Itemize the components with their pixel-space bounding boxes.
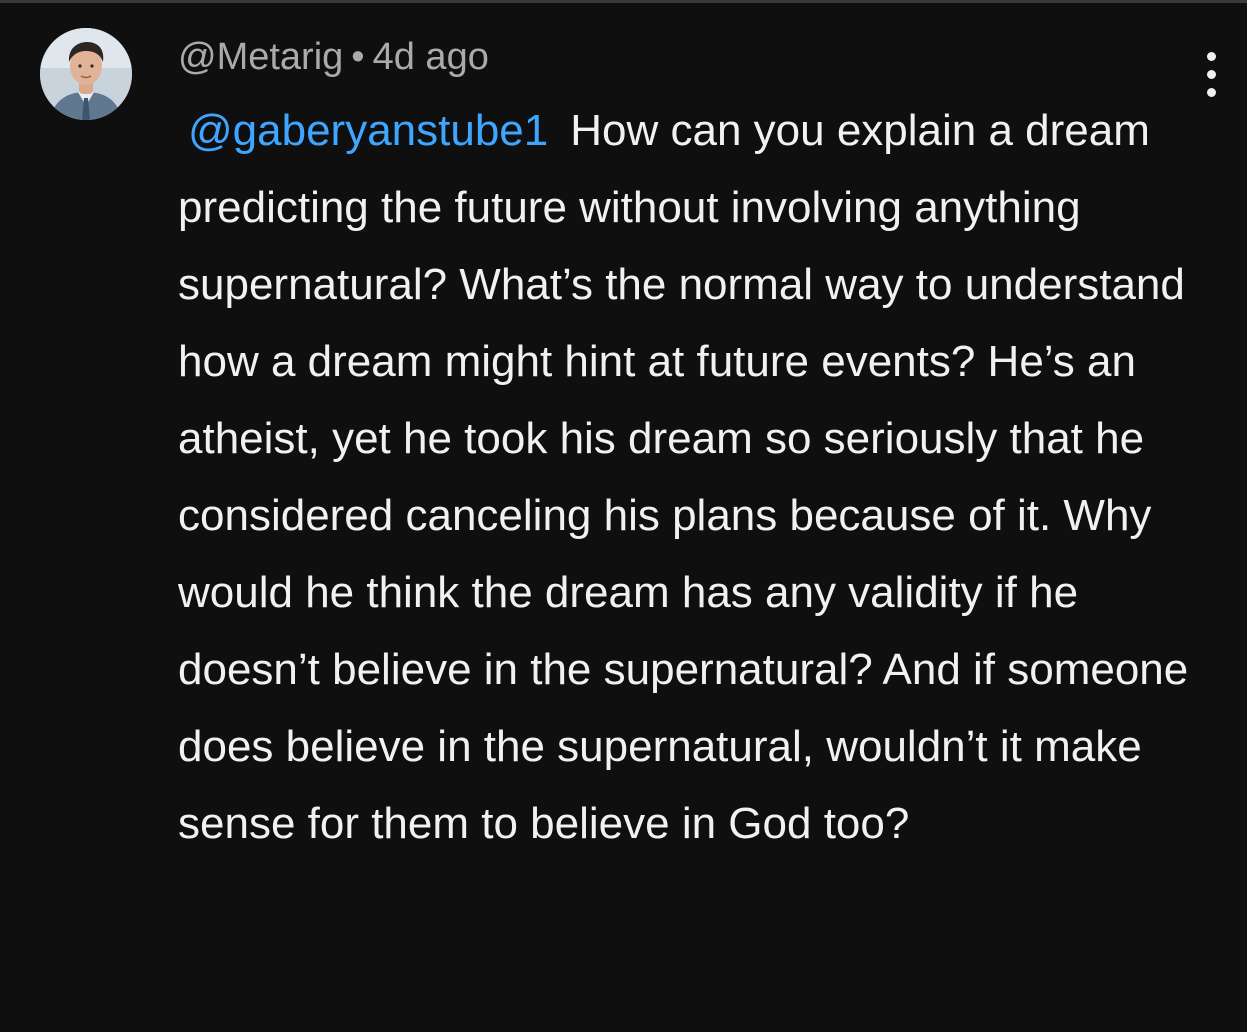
comment-body: @gaberyanstube1 How can you explain a dre… bbox=[178, 92, 1208, 862]
more-vertical-icon-dot bbox=[1206, 69, 1216, 79]
comment-text: How can you explain a dream predicting t… bbox=[178, 106, 1189, 848]
comment-header: @Metarig • 4d ago bbox=[178, 30, 489, 84]
avatar[interactable] bbox=[40, 28, 132, 120]
comment-card: @Metarig • 4d ago @gaberyanstube1 How can y… bbox=[0, 0, 1247, 1032]
comment-author-handle[interactable]: @Metarig bbox=[178, 36, 343, 78]
avatar-portrait-icon bbox=[40, 28, 132, 120]
meta-separator: • bbox=[351, 36, 365, 78]
comment-timestamp[interactable]: 4d ago bbox=[373, 36, 489, 78]
more-vertical-icon bbox=[1206, 51, 1216, 61]
mention-link[interactable]: @gaberyanstube1 bbox=[188, 106, 548, 155]
